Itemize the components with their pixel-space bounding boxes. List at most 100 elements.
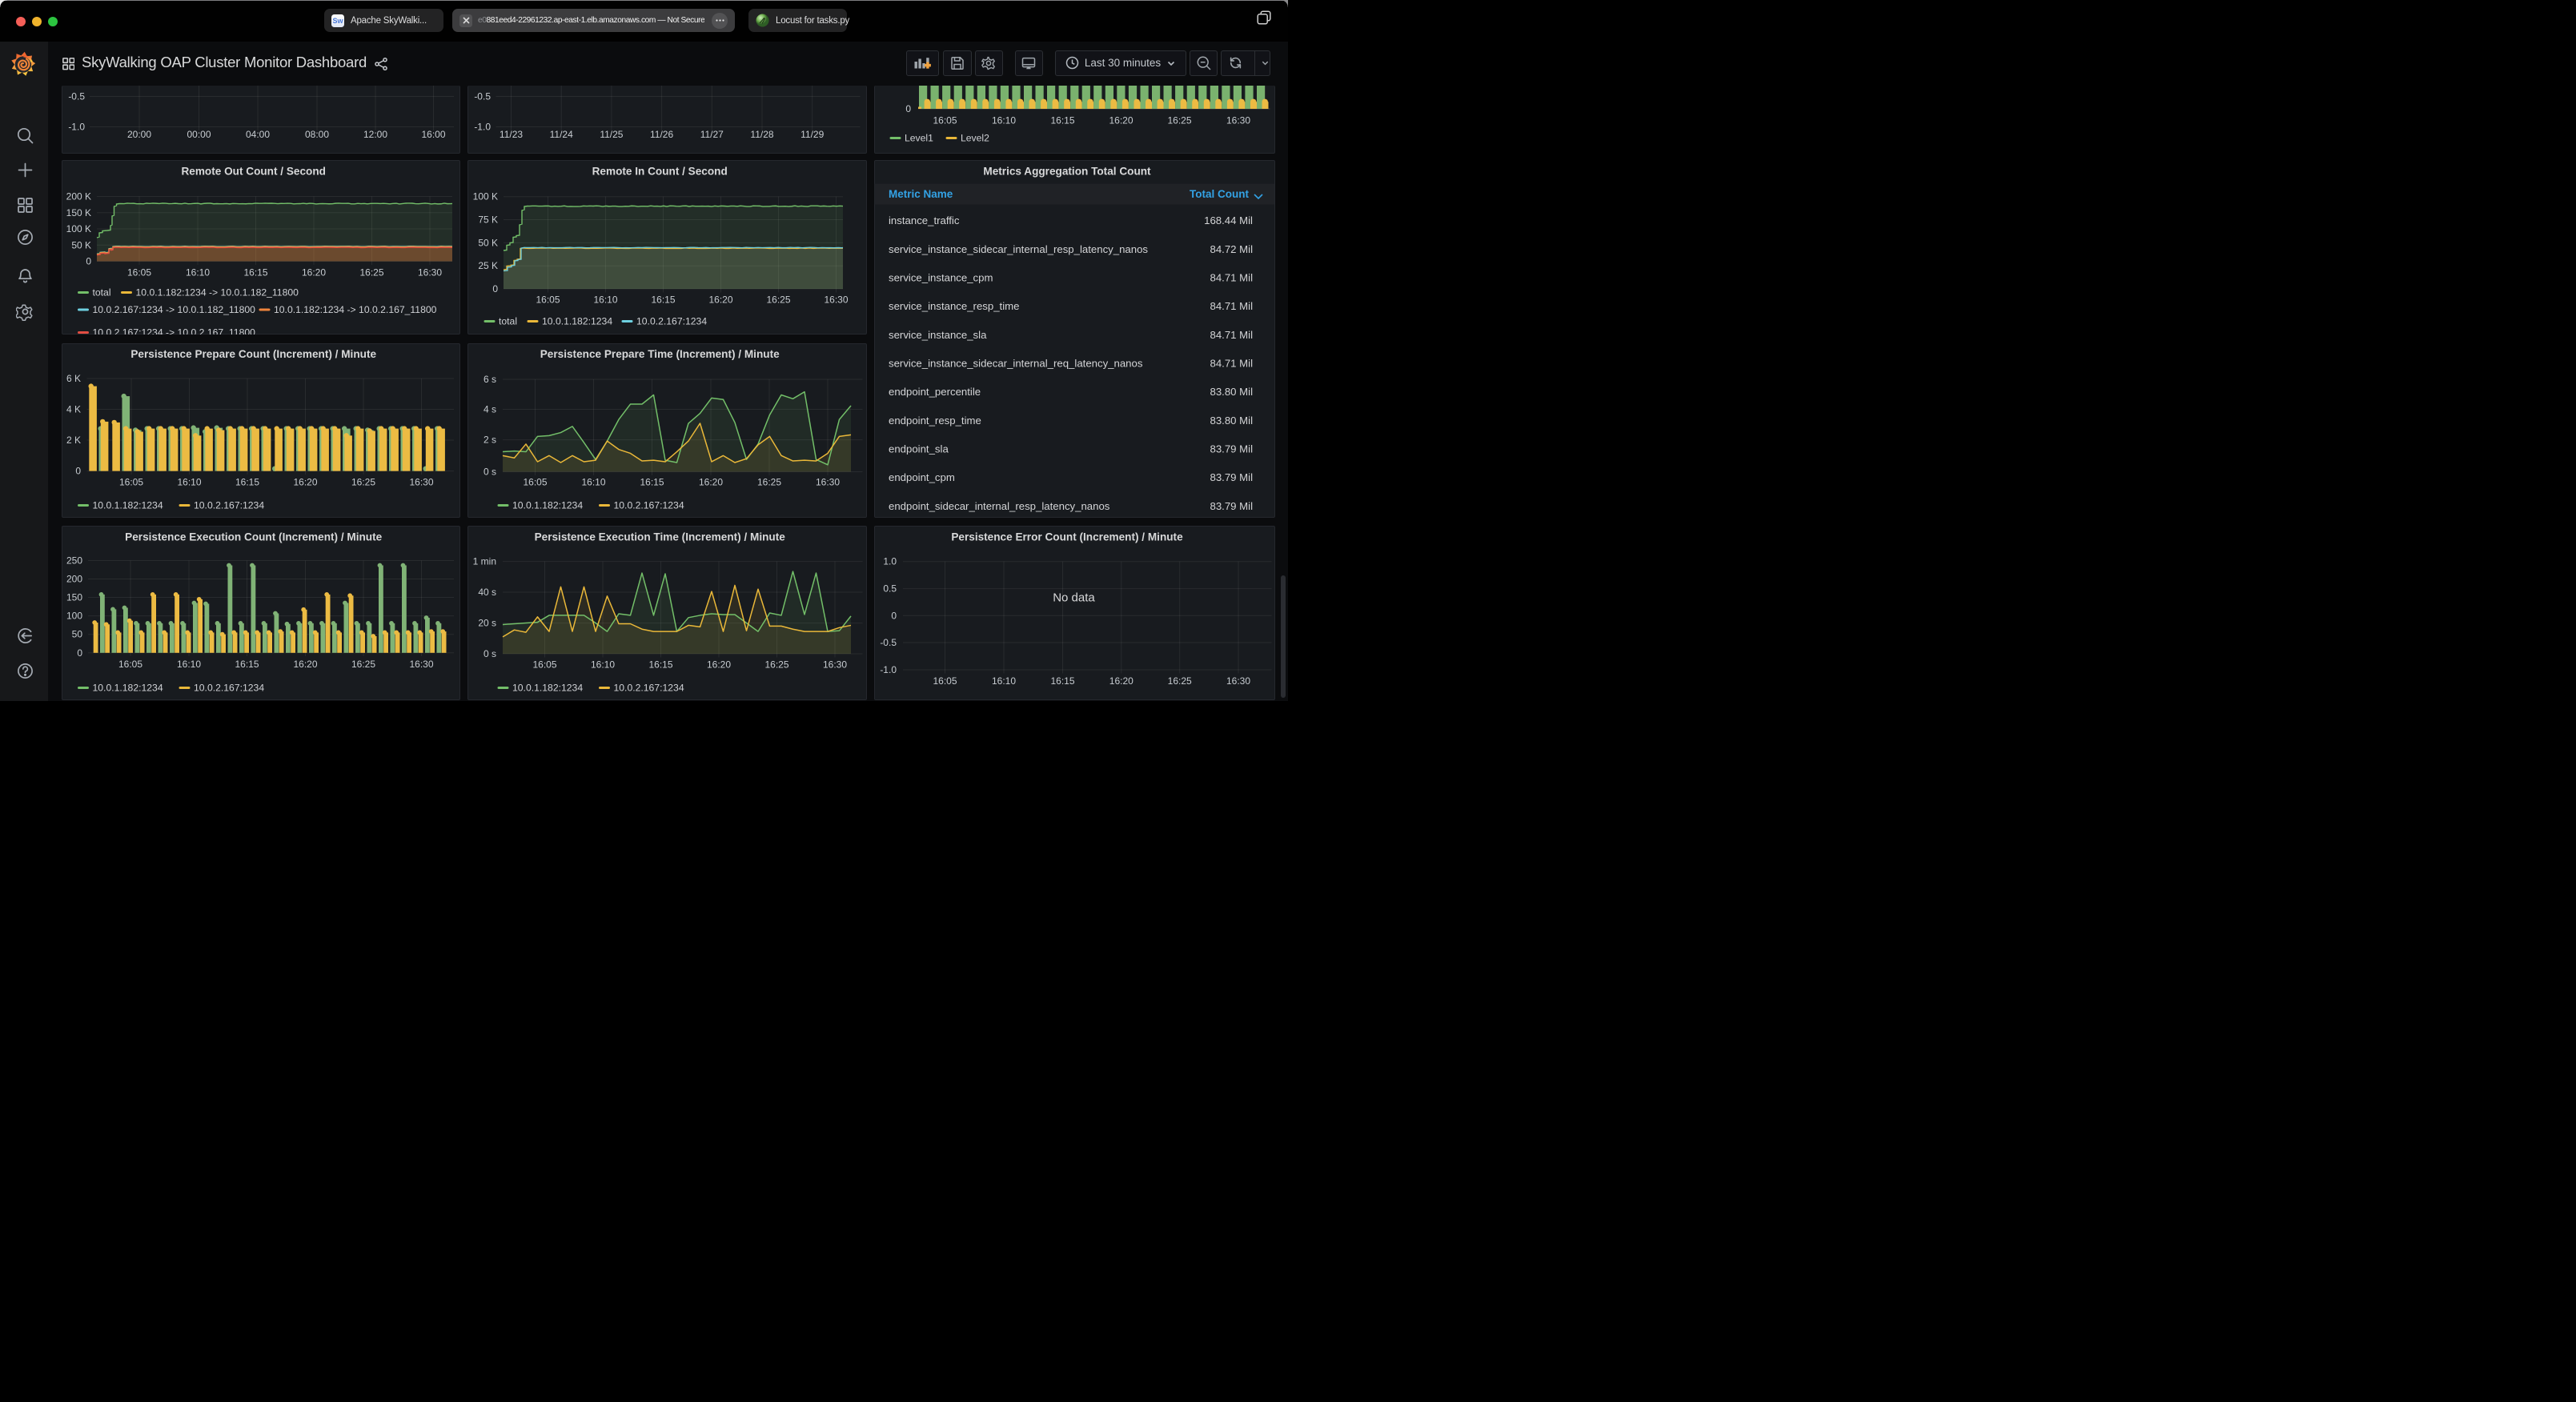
svg-text:16:05: 16:05	[933, 115, 957, 126]
svg-text:0: 0	[86, 256, 91, 267]
svg-text:12:00: 12:00	[363, 129, 387, 140]
svg-text:Persistence Execution Time (In: Persistence Execution Time (Increment) /…	[535, 531, 786, 543]
svg-text:16:05: 16:05	[536, 294, 560, 306]
svg-text:16:25: 16:25	[766, 294, 790, 306]
svg-text:endpoint_sidecar_internal_resp: endpoint_sidecar_internal_resp_latency_n…	[889, 500, 1110, 512]
svg-text:endpoint_percentile: endpoint_percentile	[889, 386, 981, 398]
svg-text:10.0.1.182:1234: 10.0.1.182:1234	[512, 683, 583, 694]
svg-text:Level2: Level2	[961, 133, 989, 144]
svg-text:10.0.1.182:1234: 10.0.1.182:1234	[512, 500, 583, 511]
svg-text:10.0.2.167:1234: 10.0.2.167:1234	[636, 316, 707, 327]
svg-text:16:10: 16:10	[177, 477, 201, 488]
svg-text:Remote Out Count / Second: Remote Out Count / Second	[181, 166, 326, 178]
svg-text:16:05: 16:05	[933, 675, 957, 687]
svg-text:16:30: 16:30	[418, 267, 442, 278]
svg-text:16:30: 16:30	[409, 477, 433, 488]
svg-text:0.5: 0.5	[883, 583, 897, 595]
svg-text:16:05: 16:05	[127, 267, 151, 278]
svg-text:16:10: 16:10	[581, 477, 605, 488]
svg-text:16:20: 16:20	[1109, 115, 1133, 126]
svg-text:50 K: 50 K	[478, 237, 498, 248]
svg-text:16:25: 16:25	[757, 477, 781, 488]
svg-text:0: 0	[75, 466, 81, 477]
svg-text:16:20: 16:20	[1109, 675, 1134, 687]
svg-text:83.79 Mil: 83.79 Mil	[1210, 500, 1253, 512]
svg-text:20:00: 20:00	[127, 129, 151, 140]
svg-text:10.0.1.182:1234: 10.0.1.182:1234	[93, 500, 163, 511]
svg-text:4 s: 4 s	[484, 404, 496, 415]
svg-text:16:20: 16:20	[699, 477, 723, 488]
svg-text:50 K: 50 K	[71, 239, 91, 250]
svg-text:Level1: Level1	[905, 133, 933, 144]
svg-text:0: 0	[891, 610, 897, 621]
svg-text:Remote In Count / Second: Remote In Count / Second	[592, 166, 728, 178]
svg-text:16:15: 16:15	[640, 477, 664, 488]
svg-text:16:30: 16:30	[816, 477, 840, 488]
svg-text:1 min: 1 min	[473, 556, 496, 567]
svg-text:00:00: 00:00	[187, 129, 211, 140]
svg-text:75 K: 75 K	[478, 214, 498, 226]
svg-text:-1.0: -1.0	[474, 122, 491, 133]
svg-text:10.0.2.167:1234: 10.0.2.167:1234	[194, 500, 264, 511]
svg-text:16:10: 16:10	[593, 294, 617, 306]
svg-text:16:00: 16:00	[421, 129, 445, 140]
svg-text:6 s: 6 s	[484, 374, 496, 385]
svg-text:04:00: 04:00	[246, 129, 270, 140]
svg-text:service_instance_sidecar_inter: service_instance_sidecar_internal_req_la…	[889, 358, 1143, 370]
svg-text:25 K: 25 K	[478, 260, 498, 271]
svg-text:16:30: 16:30	[824, 294, 848, 306]
svg-text:100 K: 100 K	[66, 223, 91, 234]
svg-text:endpoint_cpm: endpoint_cpm	[889, 471, 955, 483]
svg-text:40 s: 40 s	[478, 587, 496, 598]
svg-text:16:30: 16:30	[823, 659, 847, 671]
svg-text:endpoint_resp_time: endpoint_resp_time	[889, 415, 981, 427]
svg-text:168.44 Mil: 168.44 Mil	[1204, 214, 1253, 226]
svg-text:Total Count: Total Count	[1190, 188, 1249, 200]
svg-text:11/28: 11/28	[750, 129, 773, 140]
svg-text:100 K: 100 K	[473, 191, 498, 202]
svg-text:instance_traffic: instance_traffic	[889, 214, 960, 226]
svg-text:16:10: 16:10	[591, 659, 615, 671]
svg-text:Persistence Prepare Time (Incr: Persistence Prepare Time (Increment) / M…	[540, 348, 780, 360]
svg-text:16:15: 16:15	[651, 294, 675, 306]
svg-text:16:05: 16:05	[119, 477, 143, 488]
svg-text:Persistence Error Count (Incre: Persistence Error Count (Increment) / Mi…	[951, 531, 1183, 543]
svg-text:service_instance_sla: service_instance_sla	[889, 329, 987, 341]
svg-text:150: 150	[66, 592, 82, 603]
svg-text:2 K: 2 K	[66, 435, 81, 446]
svg-text:150 K: 150 K	[66, 207, 91, 218]
svg-text:-1.0: -1.0	[880, 664, 897, 675]
svg-text:16:25: 16:25	[764, 659, 788, 671]
svg-text:84.72 Mil: 84.72 Mil	[1210, 243, 1253, 255]
svg-text:11/25: 11/25	[600, 129, 623, 140]
svg-text:Persistence Execution Count (I: Persistence Execution Count (Increment) …	[125, 531, 382, 543]
svg-text:84.71 Mil: 84.71 Mil	[1210, 329, 1253, 341]
svg-text:-0.5: -0.5	[474, 91, 491, 102]
svg-text:0 s: 0 s	[484, 467, 496, 478]
svg-text:No data: No data	[1053, 591, 1095, 605]
svg-text:0: 0	[905, 103, 911, 114]
svg-text:10.0.2.167:1234: 10.0.2.167:1234	[614, 683, 684, 694]
svg-text:10.0.2.167:1234: 10.0.2.167:1234	[194, 683, 264, 694]
svg-text:83.80 Mil: 83.80 Mil	[1210, 415, 1253, 427]
svg-text:16:15: 16:15	[235, 477, 259, 488]
svg-text:service_instance_sidecar_inter: service_instance_sidecar_internal_resp_l…	[889, 243, 1148, 255]
svg-text:08:00: 08:00	[305, 129, 329, 140]
svg-text:16:30: 16:30	[409, 659, 433, 670]
svg-text:10.0.1.182:1234: 10.0.1.182:1234	[93, 683, 163, 694]
svg-text:-0.5: -0.5	[880, 637, 897, 648]
svg-text:endpoint_sla: endpoint_sla	[889, 443, 949, 455]
svg-text:10.0.1.182:1234 -> 10.0.1.182_: 10.0.1.182:1234 -> 10.0.1.182_11800	[136, 287, 299, 298]
svg-text:16:15: 16:15	[235, 659, 259, 670]
svg-text:-1.0: -1.0	[68, 122, 85, 133]
svg-text:200 K: 200 K	[66, 191, 91, 202]
svg-text:total: total	[93, 287, 111, 298]
svg-text:16:25: 16:25	[1167, 115, 1191, 126]
svg-text:10.0.2.167:1234 -> 10.0.2.167_: 10.0.2.167:1234 -> 10.0.2.167_11800	[93, 327, 256, 338]
svg-text:16:25: 16:25	[359, 267, 383, 278]
svg-text:84.71 Mil: 84.71 Mil	[1210, 300, 1253, 312]
svg-text:84.71 Mil: 84.71 Mil	[1210, 272, 1253, 284]
svg-text:16:05: 16:05	[532, 659, 556, 671]
svg-text:16:10: 16:10	[177, 659, 201, 670]
svg-text:10.0.2.167:1234: 10.0.2.167:1234	[614, 500, 684, 511]
